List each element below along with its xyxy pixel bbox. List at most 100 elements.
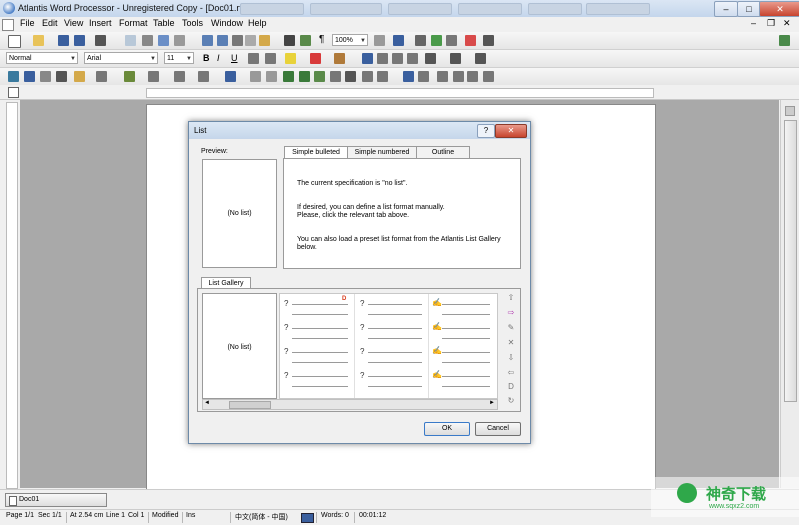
menu-table[interactable]: Table bbox=[153, 18, 175, 28]
undo-icon[interactable] bbox=[202, 35, 213, 46]
word-count-icon[interactable] bbox=[330, 71, 341, 82]
frame-icon[interactable] bbox=[74, 71, 85, 82]
mdi-minimize-icon[interactable]: – bbox=[751, 18, 756, 28]
strikethrough-icon[interactable] bbox=[248, 53, 259, 64]
cancel-button[interactable]: Cancel bbox=[475, 422, 521, 436]
footer-icon[interactable] bbox=[266, 71, 277, 82]
vertical-scrollbar[interactable] bbox=[780, 100, 799, 488]
email-icon[interactable] bbox=[125, 35, 136, 46]
bold-button[interactable]: B bbox=[203, 53, 210, 63]
minimize-button[interactable]: – bbox=[714, 1, 738, 17]
insert-table-icon[interactable] bbox=[393, 35, 404, 46]
pilcrow-icon[interactable]: ¶ bbox=[319, 34, 324, 45]
hand-icon[interactable] bbox=[437, 71, 448, 82]
insert-picture-icon[interactable] bbox=[415, 35, 426, 46]
abc-icon[interactable] bbox=[345, 71, 356, 82]
brush-icon[interactable] bbox=[334, 53, 345, 64]
insert-object-icon[interactable] bbox=[431, 35, 442, 46]
maximize-button[interactable]: □ bbox=[737, 1, 761, 17]
save-all-icon[interactable] bbox=[74, 35, 85, 46]
new-icon[interactable] bbox=[8, 35, 21, 48]
copy-icon[interactable] bbox=[245, 35, 256, 46]
eraser-icon[interactable] bbox=[174, 35, 185, 46]
paste-icon[interactable] bbox=[259, 35, 270, 46]
tab-simple-numbered[interactable]: Simple numbered bbox=[347, 146, 417, 158]
tab-stop-selector[interactable] bbox=[8, 87, 19, 98]
underline-button[interactable]: U bbox=[231, 53, 238, 63]
macro-icon[interactable] bbox=[467, 71, 478, 82]
spell-icon[interactable] bbox=[283, 71, 294, 82]
toolbar-icon[interactable] bbox=[446, 35, 457, 46]
font-color-icon[interactable] bbox=[310, 53, 321, 64]
help-button[interactable]: ? bbox=[477, 124, 495, 138]
scroll-left-icon[interactable]: ◄ bbox=[204, 400, 210, 406]
align-left-icon[interactable] bbox=[362, 53, 373, 64]
ruler-scale[interactable] bbox=[146, 88, 654, 98]
grammar-icon[interactable] bbox=[299, 71, 310, 82]
hyperlink-icon[interactable] bbox=[483, 35, 494, 46]
print-preview-icon[interactable] bbox=[158, 35, 169, 46]
menu-format[interactable]: Format bbox=[119, 18, 148, 28]
status-language[interactable]: 中文(简体 - 中国) bbox=[235, 512, 288, 522]
gallery-add-icon[interactable]: ⇨ bbox=[506, 308, 516, 317]
bookmark-icon[interactable] bbox=[465, 35, 476, 46]
menu-tools[interactable]: Tools bbox=[182, 18, 203, 28]
cut-icon[interactable] bbox=[232, 35, 243, 46]
symbol-icon[interactable] bbox=[148, 71, 159, 82]
menu-view[interactable]: View bbox=[64, 18, 83, 28]
scroll-thumb[interactable] bbox=[784, 120, 797, 402]
highlight-icon[interactable] bbox=[285, 53, 296, 64]
gallery-edit-icon[interactable]: ✎ bbox=[506, 323, 516, 332]
menu-window[interactable]: Window bbox=[211, 18, 243, 28]
close-button[interactable]: ✕ bbox=[759, 1, 799, 17]
align-center-icon[interactable] bbox=[377, 53, 388, 64]
italic-button[interactable]: I bbox=[217, 53, 220, 63]
shading-icon[interactable] bbox=[124, 71, 135, 82]
size-combo[interactable]: 11 ▼ bbox=[164, 52, 194, 64]
paragraph-icon[interactable] bbox=[8, 71, 19, 82]
gallery-left-icon[interactable]: ⇦ bbox=[506, 368, 516, 377]
speech-icon[interactable] bbox=[483, 71, 494, 82]
save-icon[interactable] bbox=[58, 35, 69, 46]
style-combo[interactable]: Normal ▼ bbox=[6, 52, 78, 64]
autocorrect-icon[interactable] bbox=[377, 71, 388, 82]
date-icon[interactable] bbox=[198, 71, 209, 82]
ok-button[interactable]: OK bbox=[424, 422, 470, 436]
field-icon[interactable] bbox=[174, 71, 185, 82]
sort-icon[interactable] bbox=[403, 71, 414, 82]
view-icon[interactable] bbox=[374, 35, 385, 46]
columns-icon[interactable] bbox=[56, 71, 67, 82]
gallery-scroll-thumb[interactable] bbox=[229, 401, 271, 409]
gallery-hscroll[interactable]: ◄ ► bbox=[202, 399, 498, 410]
justify-icon[interactable] bbox=[407, 53, 418, 64]
menu-help[interactable]: Help bbox=[248, 18, 267, 28]
gallery-move-down-icon[interactable]: ⇩ bbox=[506, 353, 516, 362]
menu-edit[interactable]: Edit bbox=[42, 18, 58, 28]
numbering-icon[interactable] bbox=[450, 53, 461, 64]
zoom-combo[interactable]: 100% ▼ bbox=[332, 34, 368, 46]
outline-icon[interactable] bbox=[475, 53, 486, 64]
mdi-restore-icon[interactable]: ❐ bbox=[767, 18, 775, 29]
tab-outline[interactable]: Outline bbox=[416, 146, 470, 158]
thesaurus-icon[interactable] bbox=[314, 71, 325, 82]
scroll-right-icon[interactable]: ► bbox=[489, 400, 495, 406]
gallery-delete-icon[interactable]: ✕ bbox=[506, 338, 516, 347]
gallery-default-icon[interactable]: D bbox=[506, 382, 516, 391]
tab-simple-bulleted[interactable]: Simple bulleted bbox=[284, 146, 348, 158]
properties-icon[interactable] bbox=[95, 35, 106, 46]
bullets-icon[interactable] bbox=[425, 53, 436, 64]
border-icon[interactable] bbox=[96, 71, 107, 82]
doc-tab-button[interactable]: Doc01 bbox=[5, 493, 107, 507]
compare-icon[interactable] bbox=[418, 71, 429, 82]
scroll-up-icon[interactable] bbox=[785, 106, 795, 116]
tab-icon[interactable] bbox=[24, 71, 35, 82]
zoom-tool-icon[interactable] bbox=[453, 71, 464, 82]
superscript-icon[interactable] bbox=[265, 53, 276, 64]
menu-file[interactable]: File bbox=[20, 18, 35, 28]
gallery-reset-icon[interactable]: ↻ bbox=[506, 396, 516, 405]
mdi-close-icon[interactable]: ✕ bbox=[783, 18, 791, 29]
doc-icon[interactable] bbox=[2, 19, 14, 31]
redo-icon[interactable] bbox=[217, 35, 228, 46]
font-combo[interactable]: Arial ▼ bbox=[84, 52, 158, 64]
menu-insert[interactable]: Insert bbox=[89, 18, 112, 28]
